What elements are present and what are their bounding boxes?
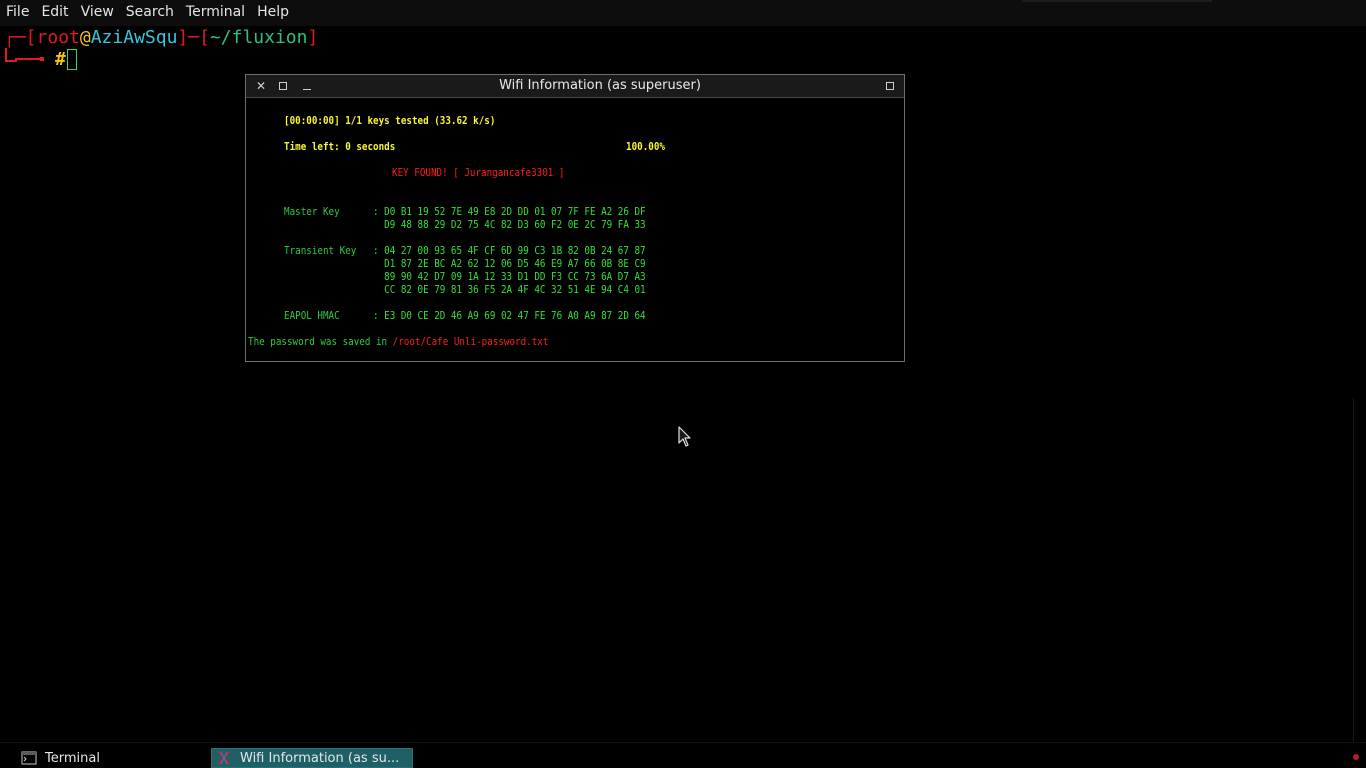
restore-icon[interactable] [882,78,898,94]
saved-prefix: The password was saved in [248,335,393,348]
prompt-bracket-open: ┌─[ [4,27,37,48]
taskbar: Terminal Wifi Information (as su... [0,742,1366,768]
transient-key-line: D1 87 2E BC A2 62 12 06 D5 46 E9 A7 66 0… [373,257,646,270]
text-cursor [67,49,77,70]
menu-view[interactable]: View [75,0,120,26]
eapol-hmac-label: EAPOL HMAC [284,309,340,322]
window-body: [00:00:00] 1/1 keys tested (33.62 k/s) T… [246,98,904,361]
prompt-line: ┌─[root@AziAwSqu]─[~/fluxion] [4,28,318,48]
master-key-line: : D0 B1 19 52 7E 49 E8 2D DD 01 07 7F FE… [373,205,646,218]
prompt-corner-tail [15,58,41,60]
terminal-scrollbar[interactable] [1356,26,1366,742]
transient-key-line: : 04 27 00 93 65 4F CF 6D 99 C3 1B 82 0B… [373,244,646,257]
master-key-line: D9 48 88 29 D2 75 4C 82 D3 60 F2 0E 2C 7… [373,218,646,231]
master-key-label: Master Key [284,205,340,218]
menu-terminal[interactable]: Terminal [180,0,251,26]
tab-strip-shadow [1022,0,1212,2]
window-title: Wifi Information (as superuser) [499,78,701,93]
progress-percent: 100.00% [626,140,665,153]
tray-status-icon[interactable] [1353,754,1359,760]
menu-search[interactable]: Search [120,0,180,26]
prompt-user: root [36,27,80,48]
prompt-path: ~/fluxion [209,27,308,48]
fluxion-icon [218,751,230,765]
prompt-corner-dot [40,57,44,61]
prompt-at: @ [79,27,91,48]
saved-path: /root/Cafe Unli-password.txt [392,335,549,348]
taskbar-label: Wifi Information (as su... [240,750,400,766]
time-left: Time left: 0 seconds [284,140,396,153]
wifi-information-window: ✕ Wifi Information (as superuser) [00:00… [245,74,905,362]
prompt-symbol: # [55,49,66,70]
mouse-pointer-icon [678,426,691,447]
menu-file[interactable]: File [0,0,35,26]
taskbar-item-wifi-information[interactable]: Wifi Information (as su... [211,748,413,768]
taskbar-label: Terminal [45,750,100,766]
eapol-hmac-line: : E3 D0 CE 2D 46 A9 69 02 47 FE 76 A0 A9… [373,309,646,322]
transient-key-label: Transient Key [284,244,357,257]
scrollbar-guide [1353,398,1354,742]
terminal-icon [21,751,37,765]
transient-key-line: CC 82 0E 79 81 36 F5 2A 4F 4C 32 51 4E 9… [373,283,646,296]
menu-edit[interactable]: Edit [35,0,74,26]
window-titlebar[interactable]: ✕ Wifi Information (as superuser) [246,75,904,98]
progress-line: [00:00:00] 1/1 keys tested (33.62 k/s) [284,114,496,127]
prompt-host: AziAwSqu [90,27,178,48]
prompt-separator: ]─[ [177,27,210,48]
prompt-bracket-close: ] [307,27,319,48]
saved-message: The password was saved in /root/Cafe Unl… [248,335,548,348]
taskbar-item-terminal[interactable]: Terminal [17,748,207,768]
transient-key-line: 89 90 42 D7 09 1A 12 33 D1 DD F3 CC 73 6… [373,270,646,283]
key-found: KEY FOUND! [ Jurangancafe3301 ] [392,166,565,179]
menu-help[interactable]: Help [251,0,295,26]
menu-bar: File Edit View Search Terminal Help [0,0,1366,26]
